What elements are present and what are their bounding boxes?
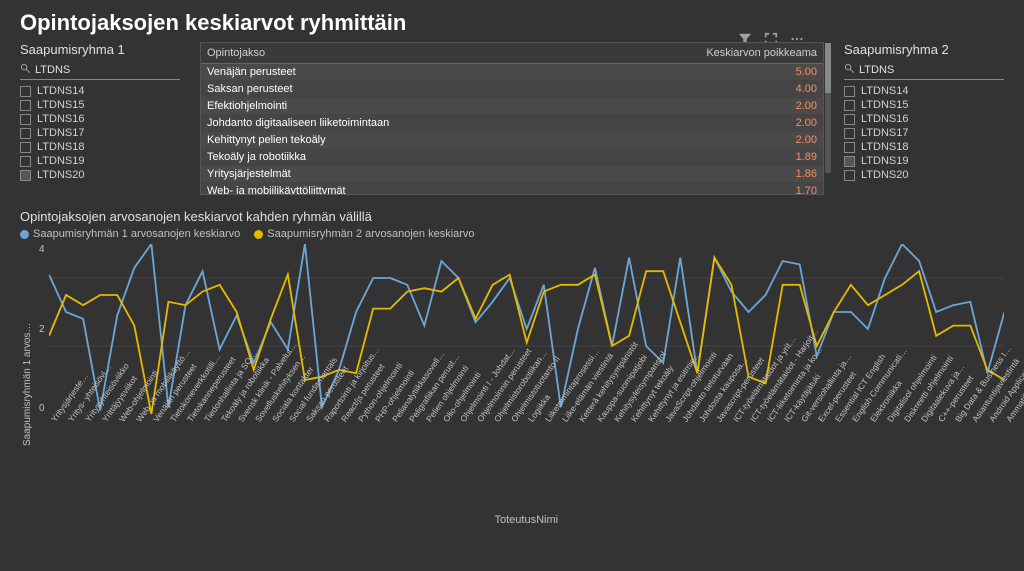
checkbox-icon[interactable] bbox=[20, 170, 31, 181]
slicer-item-label: LTDNS18 bbox=[37, 141, 84, 153]
slicer-item-label: LTDNS15 bbox=[861, 99, 908, 111]
table-cell-value: 2.00 bbox=[677, 117, 817, 129]
slicer-item-label: LTDNS14 bbox=[861, 85, 908, 97]
slicer1-item-ltdns18[interactable]: LTDNS18 bbox=[20, 140, 180, 154]
slicer-item-label: LTDNS18 bbox=[861, 141, 908, 153]
slicer-item-label: LTDNS17 bbox=[861, 127, 908, 139]
table-col-opintojakso[interactable]: Opintojakso bbox=[207, 47, 677, 59]
table-cell-name: Tekoäly ja robotiikka bbox=[207, 151, 677, 163]
y-tick: 2 bbox=[39, 324, 45, 335]
slicer-item-label: LTDNS14 bbox=[37, 85, 84, 97]
chart-title: Opintojaksojen arvosanojen keskiarvot ka… bbox=[20, 209, 1004, 224]
checkbox-icon[interactable] bbox=[20, 86, 31, 97]
chart-legend: Saapumisryhmän 1 arvosanojen keskiarvo S… bbox=[20, 228, 1004, 240]
y-axis-label: Saapumisryhmän 1 arvos… bbox=[20, 244, 35, 524]
slicer-item-label: LTDNS19 bbox=[37, 155, 84, 167]
table-row[interactable]: Efektiohjelmointi2.00 bbox=[201, 98, 823, 115]
table-col-poikkeama[interactable]: Keskiarvon poikkeama bbox=[677, 47, 817, 59]
deviation-table: Opintojakso Keskiarvon poikkeama Venäjän… bbox=[200, 42, 824, 195]
slicer-2-search-input[interactable] bbox=[859, 64, 1004, 76]
slicer1-item-ltdns14[interactable]: LTDNS14 bbox=[20, 84, 180, 98]
table-row[interactable]: Kehittynyt pelien tekoäly2.00 bbox=[201, 132, 823, 149]
checkbox-icon[interactable] bbox=[20, 142, 31, 153]
legend-series-1[interactable]: Saapumisryhmän 1 arvosanojen keskiarvo bbox=[20, 228, 240, 240]
checkbox-icon[interactable] bbox=[20, 156, 31, 167]
checkbox-icon[interactable] bbox=[844, 86, 855, 97]
table-row[interactable]: Johdanto digitaaliseen liiketoimintaan2.… bbox=[201, 115, 823, 132]
slicer-item-label: LTDNS20 bbox=[861, 169, 908, 181]
table-cell-name: Yritysjärjestelmät bbox=[207, 168, 677, 180]
table-row[interactable]: Yritysjärjestelmät1.86 bbox=[201, 166, 823, 183]
table-row[interactable]: Saksan perusteet4.00 bbox=[201, 81, 823, 98]
slicer1-item-ltdns19[interactable]: LTDNS19 bbox=[20, 154, 180, 168]
slicer-item-label: LTDNS17 bbox=[37, 127, 84, 139]
table-cell-name: Efektiohjelmointi bbox=[207, 100, 677, 112]
table-cell-value: 1.70 bbox=[677, 185, 817, 194]
table-cell-value: 1.89 bbox=[677, 151, 817, 163]
page-title: Opintojaksojen keskiarvot ryhmittäin bbox=[0, 0, 1024, 42]
checkbox-icon[interactable] bbox=[844, 128, 855, 139]
slicer-item-label: LTDNS15 bbox=[37, 99, 84, 111]
slicer1-item-ltdns17[interactable]: LTDNS17 bbox=[20, 126, 180, 140]
table-cell-value: 1.86 bbox=[677, 168, 817, 180]
legend-series-2[interactable]: Saapumisryhmän 2 arvosanojen keskiarvo bbox=[254, 228, 474, 240]
table-cell-name: Johdanto digitaaliseen liiketoimintaan bbox=[207, 117, 677, 129]
slicer2-item-ltdns16[interactable]: LTDNS16 bbox=[844, 112, 1004, 126]
x-axis-label: ToteutusNimi bbox=[494, 514, 558, 526]
line-chart: Opintojaksojen arvosanojen keskiarvot ka… bbox=[20, 209, 1004, 524]
slicer2-item-ltdns15[interactable]: LTDNS15 bbox=[844, 98, 1004, 112]
checkbox-icon[interactable] bbox=[20, 100, 31, 111]
checkbox-icon[interactable] bbox=[844, 142, 855, 153]
checkbox-icon[interactable] bbox=[844, 114, 855, 125]
slicer1-item-ltdns16[interactable]: LTDNS16 bbox=[20, 112, 180, 126]
table-cell-value: 5.00 bbox=[677, 66, 817, 78]
checkbox-icon[interactable] bbox=[844, 156, 855, 167]
checkbox-icon[interactable] bbox=[844, 100, 855, 111]
slicer-item-label: LTDNS20 bbox=[37, 169, 84, 181]
slicer2-item-ltdns19[interactable]: LTDNS19 bbox=[844, 154, 1004, 168]
slicer2-item-ltdns18[interactable]: LTDNS18 bbox=[844, 140, 1004, 154]
slicer-item-label: LTDNS19 bbox=[861, 155, 908, 167]
table-cell-name: Saksan perusteet bbox=[207, 83, 677, 95]
slicer1-item-ltdns20[interactable]: LTDNS20 bbox=[20, 168, 180, 182]
slicer-saapumisryhma-2: Saapumisryhma 2 LTDNS14 LTDNS15 LTDNS16 LTD… bbox=[844, 42, 1004, 182]
search-icon bbox=[844, 63, 855, 77]
table-cell-value: 2.00 bbox=[677, 100, 817, 112]
table-cell-name: Web- ja mobiilikäyttöliittymät bbox=[207, 185, 677, 194]
y-tick: 0 bbox=[39, 403, 45, 414]
table-cell-name: Kehittynyt pelien tekoäly bbox=[207, 134, 677, 146]
y-tick: 4 bbox=[39, 244, 45, 255]
search-icon bbox=[20, 63, 31, 77]
slicer-2-title: Saapumisryhma 2 bbox=[844, 42, 1004, 57]
slicer-1-title: Saapumisryhma 1 bbox=[20, 42, 180, 57]
legend-1-label: Saapumisryhmän 1 arvosanojen keskiarvo bbox=[33, 228, 240, 240]
slicer-item-label: LTDNS16 bbox=[37, 113, 84, 125]
checkbox-icon[interactable] bbox=[20, 114, 31, 125]
slicer2-item-ltdns14[interactable]: LTDNS14 bbox=[844, 84, 1004, 98]
slicer-item-label: LTDNS16 bbox=[861, 113, 908, 125]
table-cell-value: 2.00 bbox=[677, 134, 817, 146]
table-row[interactable]: Tekoäly ja robotiikka1.89 bbox=[201, 149, 823, 166]
slicer-saapumisryhma-1: Saapumisryhma 1 LTDNS14 LTDNS15 LTDNS16 LTD… bbox=[20, 42, 180, 182]
table-scrollbar[interactable] bbox=[825, 43, 831, 173]
checkbox-icon[interactable] bbox=[844, 170, 855, 181]
table-row[interactable]: Venäjän perusteet5.00 bbox=[201, 64, 823, 81]
table-row[interactable]: Web- ja mobiilikäyttöliittymät1.70 bbox=[201, 183, 823, 194]
table-cell-name: Venäjän perusteet bbox=[207, 66, 677, 78]
table-cell-value: 4.00 bbox=[677, 83, 817, 95]
checkbox-icon[interactable] bbox=[20, 128, 31, 139]
legend-2-label: Saapumisryhmän 2 arvosanojen keskiarvo bbox=[267, 228, 474, 240]
slicer2-item-ltdns17[interactable]: LTDNS17 bbox=[844, 126, 1004, 140]
slicer2-item-ltdns20[interactable]: LTDNS20 bbox=[844, 168, 1004, 182]
slicer1-item-ltdns15[interactable]: LTDNS15 bbox=[20, 98, 180, 112]
slicer-1-search-input[interactable] bbox=[35, 64, 180, 76]
